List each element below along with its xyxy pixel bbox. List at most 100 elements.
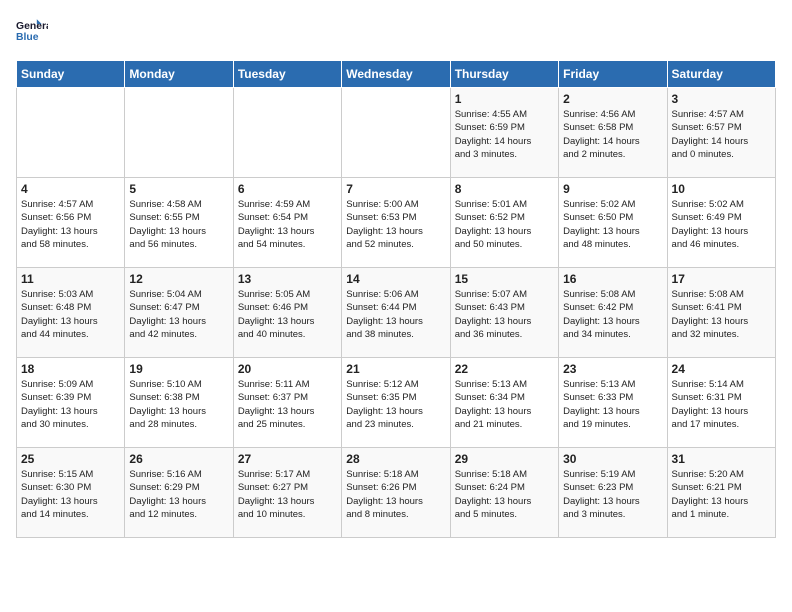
day-info: Sunrise: 5:18 AM Sunset: 6:24 PM Dayligh… — [455, 468, 554, 521]
calendar-cell: 14Sunrise: 5:06 AM Sunset: 6:44 PM Dayli… — [342, 268, 450, 358]
day-number: 24 — [672, 362, 771, 376]
days-header-row: SundayMondayTuesdayWednesdayThursdayFrid… — [17, 61, 776, 88]
day-info: Sunrise: 5:20 AM Sunset: 6:21 PM Dayligh… — [672, 468, 771, 521]
day-number: 11 — [21, 272, 120, 286]
day-info: Sunrise: 4:58 AM Sunset: 6:55 PM Dayligh… — [129, 198, 228, 251]
calendar-cell: 6 Sunrise: 4:59 AM Sunset: 6:54 PM Daylig… — [233, 178, 341, 268]
week-row-1: 1 Sunrise: 4:55 AM Sunset: 6:59 PM Daylig… — [17, 88, 776, 178]
day-info: Sunrise: 5:13 AM Sunset: 6:33 PM Dayligh… — [563, 378, 662, 431]
calendar-cell: 8 Sunrise: 5:01 AM Sunset: 6:52 PM Daylig… — [450, 178, 558, 268]
calendar-cell: 21 Sunrise: 5:12 AM Sunset: 6:35 PM Dayli… — [342, 358, 450, 448]
day-info: Sunrise: 4:55 AM Sunset: 6:59 PM Dayligh… — [455, 108, 554, 161]
day-number: 31 — [672, 452, 771, 466]
day-info: Sunrise: 5:06 AM Sunset: 6:44 PM Dayligh… — [346, 288, 445, 341]
day-info: Sunrise: 5:18 AM Sunset: 6:26 PM Dayligh… — [346, 468, 445, 521]
logo-icon: GeneralBlue — [16, 16, 48, 48]
calendar-cell: 23Sunrise: 5:13 AM Sunset: 6:33 PM Dayli… — [559, 358, 667, 448]
calendar-cell: 15 Sunrise: 5:07 AM Sunset: 6:43 PM Dayli… — [450, 268, 558, 358]
day-number: 1 — [455, 92, 554, 106]
day-number: 5 — [129, 182, 228, 196]
day-info: Sunrise: 5:02 AM Sunset: 6:49 PM Dayligh… — [672, 198, 771, 251]
day-info: Sunrise: 5:17 AM Sunset: 6:27 PM Dayligh… — [238, 468, 337, 521]
calendar-cell: 16 Sunrise: 5:08 AM Sunset: 6:42 PM Dayli… — [559, 268, 667, 358]
day-info: Sunrise: 5:14 AM Sunset: 6:31 PM Dayligh… — [672, 378, 771, 431]
day-number: 16 — [563, 272, 662, 286]
day-info: Sunrise: 5:10 AM Sunset: 6:38 PM Dayligh… — [129, 378, 228, 431]
calendar-cell: 11 Sunrise: 5:03 AM Sunset: 6:48 PM Dayli… — [17, 268, 125, 358]
calendar-cell: 30Sunrise: 5:19 AM Sunset: 6:23 PM Dayli… — [559, 448, 667, 538]
calendar-cell: 2 Sunrise: 4:56 AM Sunset: 6:58 PM Daylig… — [559, 88, 667, 178]
day-info: Sunrise: 5:12 AM Sunset: 6:35 PM Dayligh… — [346, 378, 445, 431]
day-number: 13 — [238, 272, 337, 286]
day-header-wednesday: Wednesday — [342, 61, 450, 88]
calendar-cell: 10 Sunrise: 5:02 AM Sunset: 6:49 PM Dayli… — [667, 178, 775, 268]
calendar-cell — [342, 88, 450, 178]
day-number: 9 — [563, 182, 662, 196]
calendar-cell: 7Sunrise: 5:00 AM Sunset: 6:53 PM Daylig… — [342, 178, 450, 268]
calendar-cell: 17 Sunrise: 5:08 AM Sunset: 6:41 PM Dayli… — [667, 268, 775, 358]
day-info: Sunrise: 5:05 AM Sunset: 6:46 PM Dayligh… — [238, 288, 337, 341]
calendar-cell: 22 Sunrise: 5:13 AM Sunset: 6:34 PM Dayli… — [450, 358, 558, 448]
day-info: Sunrise: 4:57 AM Sunset: 6:56 PM Dayligh… — [21, 198, 120, 251]
day-info: Sunrise: 5:01 AM Sunset: 6:52 PM Dayligh… — [455, 198, 554, 251]
day-info: Sunrise: 5:03 AM Sunset: 6:48 PM Dayligh… — [21, 288, 120, 341]
day-number: 29 — [455, 452, 554, 466]
calendar-cell — [125, 88, 233, 178]
day-number: 21 — [346, 362, 445, 376]
calendar-cell: 25Sunrise: 5:15 AM Sunset: 6:30 PM Dayli… — [17, 448, 125, 538]
calendar-cell: 18 Sunrise: 5:09 AM Sunset: 6:39 PM Dayli… — [17, 358, 125, 448]
day-number: 6 — [238, 182, 337, 196]
day-number: 17 — [672, 272, 771, 286]
day-number: 10 — [672, 182, 771, 196]
day-info: Sunrise: 5:13 AM Sunset: 6:34 PM Dayligh… — [455, 378, 554, 431]
day-info: Sunrise: 4:59 AM Sunset: 6:54 PM Dayligh… — [238, 198, 337, 251]
day-info: Sunrise: 5:11 AM Sunset: 6:37 PM Dayligh… — [238, 378, 337, 431]
day-number: 26 — [129, 452, 228, 466]
calendar-cell: 13 Sunrise: 5:05 AM Sunset: 6:46 PM Dayli… — [233, 268, 341, 358]
calendar-cell: 28 Sunrise: 5:18 AM Sunset: 6:26 PM Dayli… — [342, 448, 450, 538]
calendar-cell — [233, 88, 341, 178]
day-info: Sunrise: 5:09 AM Sunset: 6:39 PM Dayligh… — [21, 378, 120, 431]
day-info: Sunrise: 5:15 AM Sunset: 6:30 PM Dayligh… — [21, 468, 120, 521]
day-header-friday: Friday — [559, 61, 667, 88]
day-header-tuesday: Tuesday — [233, 61, 341, 88]
calendar-cell: 24 Sunrise: 5:14 AM Sunset: 6:31 PM Dayli… — [667, 358, 775, 448]
calendar-cell: 12 Sunrise: 5:04 AM Sunset: 6:47 PM Dayli… — [125, 268, 233, 358]
week-row-2: 4 Sunrise: 4:57 AM Sunset: 6:56 PM Daylig… — [17, 178, 776, 268]
calendar-cell: 1 Sunrise: 4:55 AM Sunset: 6:59 PM Daylig… — [450, 88, 558, 178]
header: GeneralBlue — [16, 16, 776, 48]
day-number: 4 — [21, 182, 120, 196]
week-row-3: 11 Sunrise: 5:03 AM Sunset: 6:48 PM Dayli… — [17, 268, 776, 358]
day-info: Sunrise: 5:08 AM Sunset: 6:42 PM Dayligh… — [563, 288, 662, 341]
day-number: 8 — [455, 182, 554, 196]
day-header-monday: Monday — [125, 61, 233, 88]
day-info: Sunrise: 4:57 AM Sunset: 6:57 PM Dayligh… — [672, 108, 771, 161]
day-number: 19 — [129, 362, 228, 376]
day-info: Sunrise: 4:56 AM Sunset: 6:58 PM Dayligh… — [563, 108, 662, 161]
day-number: 2 — [563, 92, 662, 106]
day-number: 12 — [129, 272, 228, 286]
day-info: Sunrise: 5:08 AM Sunset: 6:41 PM Dayligh… — [672, 288, 771, 341]
calendar-cell: 9 Sunrise: 5:02 AM Sunset: 6:50 PM Daylig… — [559, 178, 667, 268]
day-info: Sunrise: 5:02 AM Sunset: 6:50 PM Dayligh… — [563, 198, 662, 251]
day-header-sunday: Sunday — [17, 61, 125, 88]
day-number: 28 — [346, 452, 445, 466]
calendar-cell: 29 Sunrise: 5:18 AM Sunset: 6:24 PM Dayli… — [450, 448, 558, 538]
day-number: 15 — [455, 272, 554, 286]
day-info: Sunrise: 5:19 AM Sunset: 6:23 PM Dayligh… — [563, 468, 662, 521]
calendar-cell: 20 Sunrise: 5:11 AM Sunset: 6:37 PM Dayli… — [233, 358, 341, 448]
calendar-cell: 26 Sunrise: 5:16 AM Sunset: 6:29 PM Dayli… — [125, 448, 233, 538]
day-number: 18 — [21, 362, 120, 376]
calendar-cell: 4 Sunrise: 4:57 AM Sunset: 6:56 PM Daylig… — [17, 178, 125, 268]
day-info: Sunrise: 5:07 AM Sunset: 6:43 PM Dayligh… — [455, 288, 554, 341]
day-number: 22 — [455, 362, 554, 376]
day-number: 7 — [346, 182, 445, 196]
day-info: Sunrise: 5:16 AM Sunset: 6:29 PM Dayligh… — [129, 468, 228, 521]
day-info: Sunrise: 5:04 AM Sunset: 6:47 PM Dayligh… — [129, 288, 228, 341]
calendar-cell — [17, 88, 125, 178]
logo: GeneralBlue — [16, 16, 48, 48]
svg-text:General: General — [16, 21, 48, 32]
day-number: 20 — [238, 362, 337, 376]
calendar-cell: 5 Sunrise: 4:58 AM Sunset: 6:55 PM Daylig… — [125, 178, 233, 268]
week-row-5: 25Sunrise: 5:15 AM Sunset: 6:30 PM Dayli… — [17, 448, 776, 538]
